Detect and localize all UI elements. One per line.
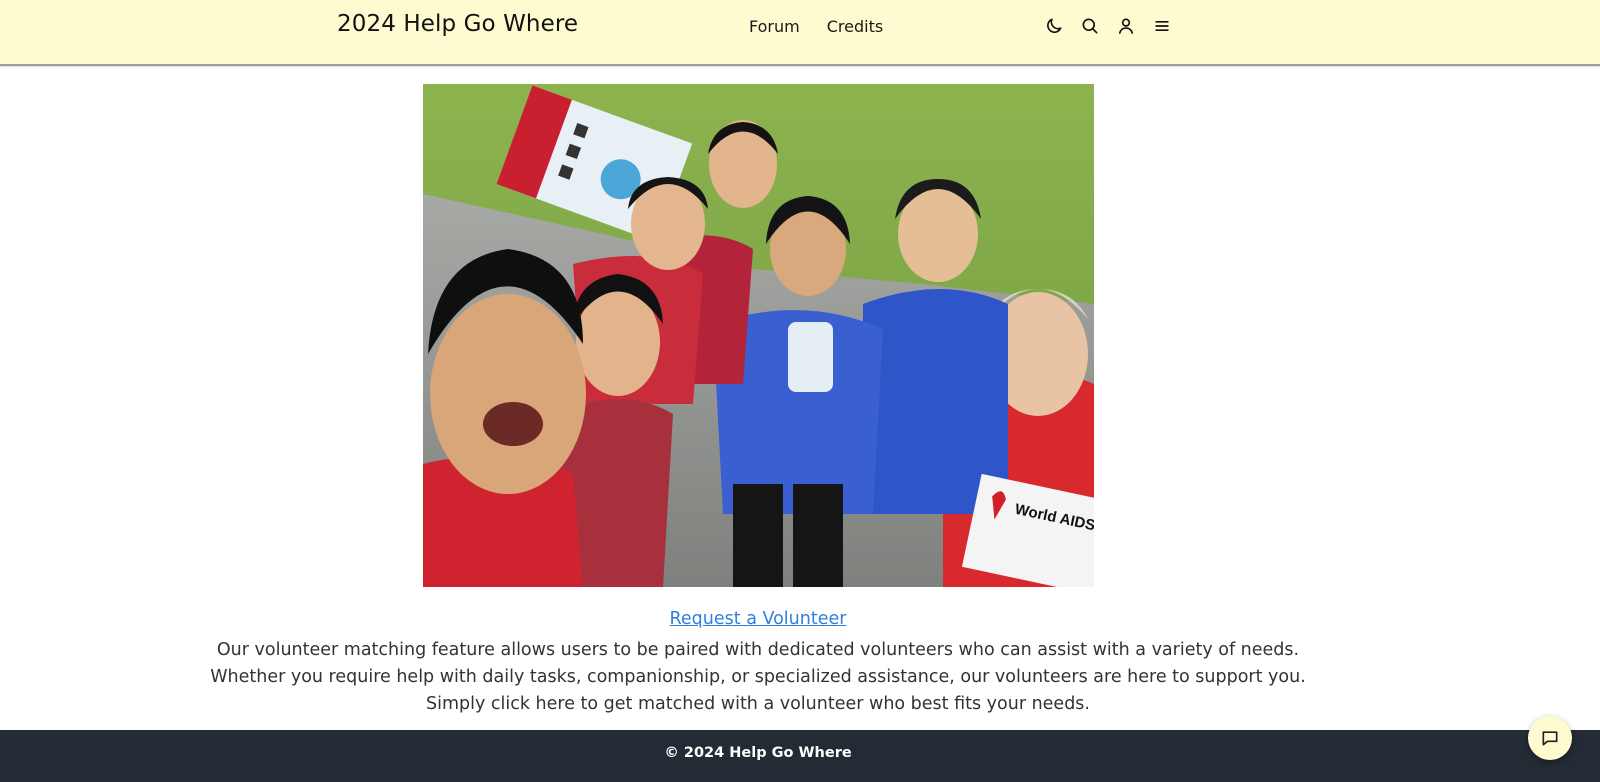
chat-button[interactable] <box>1528 716 1572 760</box>
site-brand[interactable]: 2024 Help Go Where <box>337 11 578 37</box>
footer-copyright: © 2024 Help Go Where <box>664 745 852 761</box>
site-footer: © 2024 Help Go Where <box>0 730 1600 782</box>
description-line-3: Simply click here to get matched with a … <box>425 694 1090 714</box>
search-icon[interactable] <box>1079 15 1101 37</box>
user-icon[interactable] <box>1115 15 1137 37</box>
request-volunteer-link[interactable]: Request a Volunteer <box>0 609 1516 629</box>
moon-icon[interactable] <box>1043 15 1065 37</box>
chat-icon <box>1542 731 1558 746</box>
volunteer-description: Our volunteer matching feature allows us… <box>0 637 1516 718</box>
top-navbar: 2024 Help Go Where Forum Credits <box>0 0 1600 66</box>
nav-credits-link[interactable]: Credits <box>827 17 883 36</box>
nav-forum-link[interactable]: Forum <box>749 17 800 36</box>
description-line-2: Whether you require help with daily task… <box>210 667 1306 687</box>
description-line-1: Our volunteer matching feature allows us… <box>216 640 1300 660</box>
volunteers-photo: World AIDS D <box>423 84 1094 587</box>
header-actions <box>1043 15 1173 37</box>
menu-icon[interactable] <box>1151 15 1173 37</box>
main-nav: Forum Credits <box>749 17 883 36</box>
